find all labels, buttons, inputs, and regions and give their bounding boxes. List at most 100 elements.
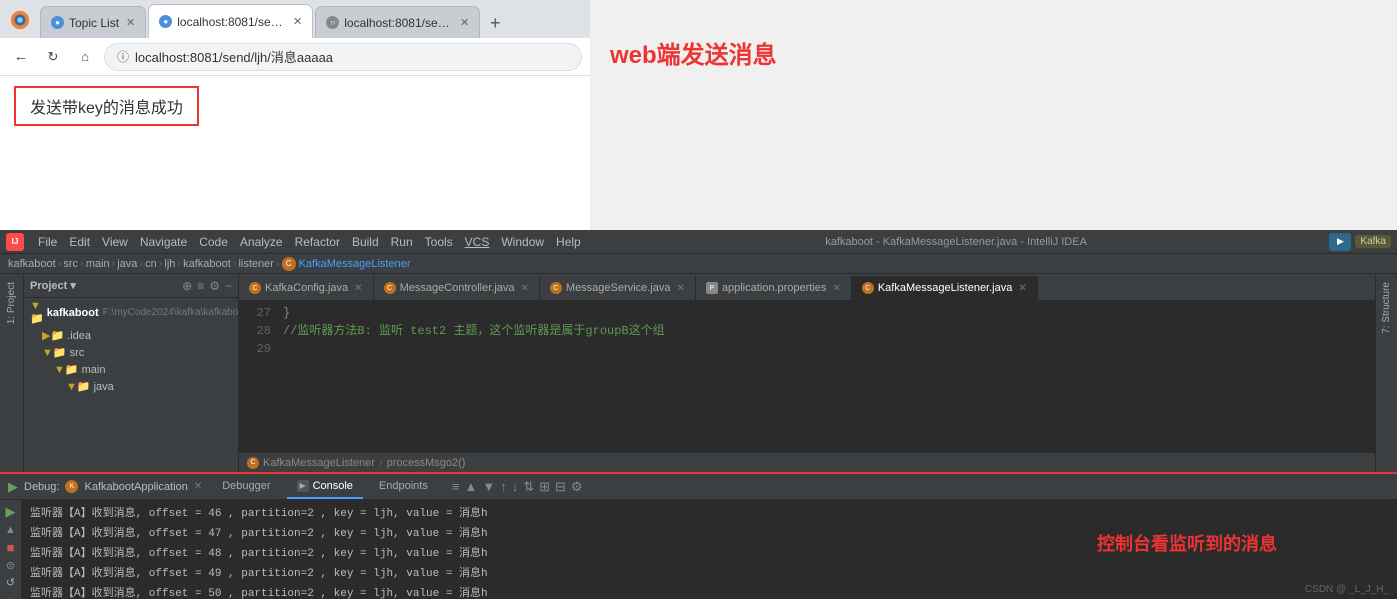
method-class: KafkaMessageListener (263, 457, 375, 469)
bc-kafkaboot: kafkaboot (8, 258, 56, 270)
project-name: kafkaboot (47, 307, 99, 319)
toolbar-filter-icon[interactable]: ≡ (452, 479, 460, 495)
watermark: CSDN @ _L_J_H_ (1305, 584, 1389, 595)
debug-resume-btn[interactable]: ▶ (6, 504, 16, 520)
menu-edit[interactable]: Edit (63, 233, 96, 251)
debug-stop-btn[interactable]: ■ (7, 540, 15, 555)
ide-go-button[interactable]: ▶ (1329, 233, 1351, 251)
back-button[interactable]: ← (8, 44, 34, 70)
menu-analyze[interactable]: Analyze (234, 233, 289, 251)
tree-row-main[interactable]: ▼📁 main (24, 361, 238, 378)
refresh-button[interactable]: ↻ (40, 44, 66, 70)
menu-file[interactable]: File (32, 233, 63, 251)
debug-tab-debugger[interactable]: Debugger (212, 475, 280, 499)
debug-restart-btn[interactable]: ↺ (6, 576, 15, 589)
toolbar-next-icon[interactable]: ↓ (512, 479, 519, 495)
menu-navigate[interactable]: Navigate (134, 233, 193, 251)
tab2-close[interactable]: ✕ (293, 15, 302, 28)
debug-session-close[interactable]: ✕ (194, 481, 202, 492)
file-tree-panel: Project ▾ ⊕ ≡ ⚙ − ▼📁 kafkaboot F:\myCode… (24, 274, 239, 472)
console-annotation: 控制台看监听到的消息 (1097, 530, 1277, 556)
method-breadcrumb: C KafkaMessageListener › processMsgo2() (239, 452, 1375, 472)
menu-vcs[interactable]: VCS (459, 233, 496, 251)
browser-content-wrapper: 发送带key的消息成功 (0, 76, 590, 230)
tab1-label: Topic List (69, 16, 119, 30)
tree-row-idea[interactable]: ▶📁 .idea (24, 327, 238, 344)
tree-row-java[interactable]: ▼📁 java (24, 378, 238, 395)
bc-src: src (63, 258, 78, 270)
menu-code[interactable]: Code (193, 233, 234, 251)
debug-tab-endpoints[interactable]: Endpoints (369, 475, 438, 499)
breadcrumb-bar: kafkaboot› src› main› java› cn› ljh› kaf… (0, 254, 1397, 274)
ide-window-title: kafkaboot - KafkaMessageListener.java - … (587, 236, 1326, 248)
editor-tab-messagecontroller[interactable]: C MessageController.java✕ (374, 276, 540, 300)
editor-tab-messageservice[interactable]: C MessageService.java✕ (540, 276, 696, 300)
menu-help[interactable]: Help (550, 233, 587, 251)
tab2-label: localhost:8081/send/ljh/消息aaa... (177, 13, 286, 30)
debug-mute-btn[interactable]: ⊜ (6, 559, 15, 572)
browser-tab-3[interactable]: ○ localhost:8081/sendNoKey/消息... ✕ (315, 6, 480, 38)
menu-build[interactable]: Build (346, 233, 385, 251)
bc-cn: cn (145, 258, 157, 270)
browser-tab-bar: ● Topic List ✕ ● localhost:8081/send/ljh… (0, 0, 590, 38)
method-name: processMsgo2() (387, 457, 466, 469)
editor-tab-kafkaconfig[interactable]: C KafkaConfig.java✕ (239, 276, 374, 300)
tree-sync-icon[interactable]: ≡ (197, 279, 204, 293)
ide-section: IJ File Edit View Navigate Code Analyze … (0, 230, 1397, 599)
menu-view[interactable]: View (96, 233, 134, 251)
debug-side-panel: ▶ ▲ ■ ⊜ ↺ ● (0, 500, 22, 599)
toolbar-soft-icon[interactable]: ⇅ (523, 479, 534, 495)
console-line-1: 监听器【A】收到消息, offset = 46 , partition=2 , … (30, 504, 1389, 524)
debug-header: ▶ Debug: K KafkabootApplication ✕ Debugg… (0, 474, 1397, 500)
toolbar-up-icon[interactable]: ▲ (464, 479, 477, 495)
bc-listener-class: KafkaMessageListener (299, 258, 411, 270)
tab3-close[interactable]: ✕ (460, 16, 469, 29)
tree-toolbar: Project ▾ ⊕ ≡ ⚙ − (24, 274, 238, 298)
console-icon: ▶ (297, 480, 309, 492)
debug-toolbar: ≡ ▲ ▼ ↑ ↓ ⇅ ⊞ ⊟ ⚙ (452, 479, 583, 495)
toolbar-copy-icon[interactable]: ⊞ (539, 479, 550, 495)
debug-panel: ▶ Debug: K KafkabootApplication ✕ Debugg… (0, 472, 1397, 599)
browser-content-box: 发送带key的消息成功 (14, 86, 199, 126)
toolbar-down-icon[interactable]: ▼ (482, 479, 495, 495)
address-bar[interactable]: ⓘ localhost:8081/send/ljh/消息aaaaa (104, 43, 582, 71)
toolbar-prev-icon[interactable]: ↑ (500, 479, 507, 495)
browser-tab-1[interactable]: ● Topic List ✕ (40, 6, 146, 38)
tree-actions: ⊕ ≡ ⚙ − (182, 279, 232, 293)
tab1-close[interactable]: ✕ (126, 16, 135, 29)
menu-window[interactable]: Window (495, 233, 550, 251)
console-line-4: 监听器【A】收到消息, offset = 49 , partition=2 , … (30, 564, 1389, 584)
debug-settings-btn[interactable]: ● (7, 593, 15, 599)
address-text: localhost:8081/send/ljh/消息aaaaa (135, 47, 333, 66)
tab3-label: localhost:8081/sendNoKey/消息... (344, 14, 453, 31)
tree-add-icon[interactable]: ⊕ (182, 279, 192, 293)
tree-collapse-icon[interactable]: − (225, 279, 232, 293)
tree-title: Project ▾ (30, 279, 76, 292)
menu-tools[interactable]: Tools (419, 233, 459, 251)
menu-refactor[interactable]: Refactor (289, 233, 346, 251)
editor-tab-properties[interactable]: P application.properties✕ (696, 276, 852, 300)
structure-label[interactable]: 7: Structure (1379, 278, 1394, 338)
ide-kafka-label: Kafka (1355, 235, 1391, 248)
debug-pause-btn[interactable]: ▲ (5, 524, 16, 536)
debug-tab-console[interactable]: ▶ Console (287, 475, 363, 499)
console-output: 监听器【A】收到消息, offset = 46 , partition=2 , … (22, 500, 1397, 599)
success-message: 发送带key的消息成功 (30, 100, 183, 117)
home-button[interactable]: ⌂ (72, 44, 98, 70)
debug-session-name: KafkabootApplication (84, 481, 187, 493)
sidebar-project-label[interactable]: 1: Project (4, 278, 19, 328)
browser-tab-2[interactable]: ● localhost:8081/send/ljh/消息aaa... ✕ (148, 4, 313, 38)
tree-settings-icon[interactable]: ⚙ (209, 279, 220, 293)
editor-tab-bar: C KafkaConfig.java✕ C MessageController.… (239, 274, 1375, 300)
tree-row-project[interactable]: ▼📁 kafkaboot F:\myCode2024\kafka\kafkabo… (24, 298, 238, 327)
project-path: F:\myCode2024\kafka\kafkaboot (103, 307, 239, 318)
toolbar-settings2-icon[interactable]: ⚙ (571, 479, 583, 495)
tree-row-src[interactable]: ▼📁 src (24, 344, 238, 361)
debug-run-icon: ▶ (8, 479, 18, 495)
menu-run[interactable]: Run (385, 233, 419, 251)
bc-main: main (86, 258, 110, 270)
toolbar-clear-icon[interactable]: ⊟ (555, 479, 566, 495)
console-line-5: 监听器【A】收到消息, offset = 50 , partition=2 , … (30, 584, 1389, 599)
editor-tab-kafkalistener[interactable]: C KafkaMessageListener.java✕ (852, 276, 1038, 300)
new-tab-button[interactable]: + (482, 10, 508, 36)
